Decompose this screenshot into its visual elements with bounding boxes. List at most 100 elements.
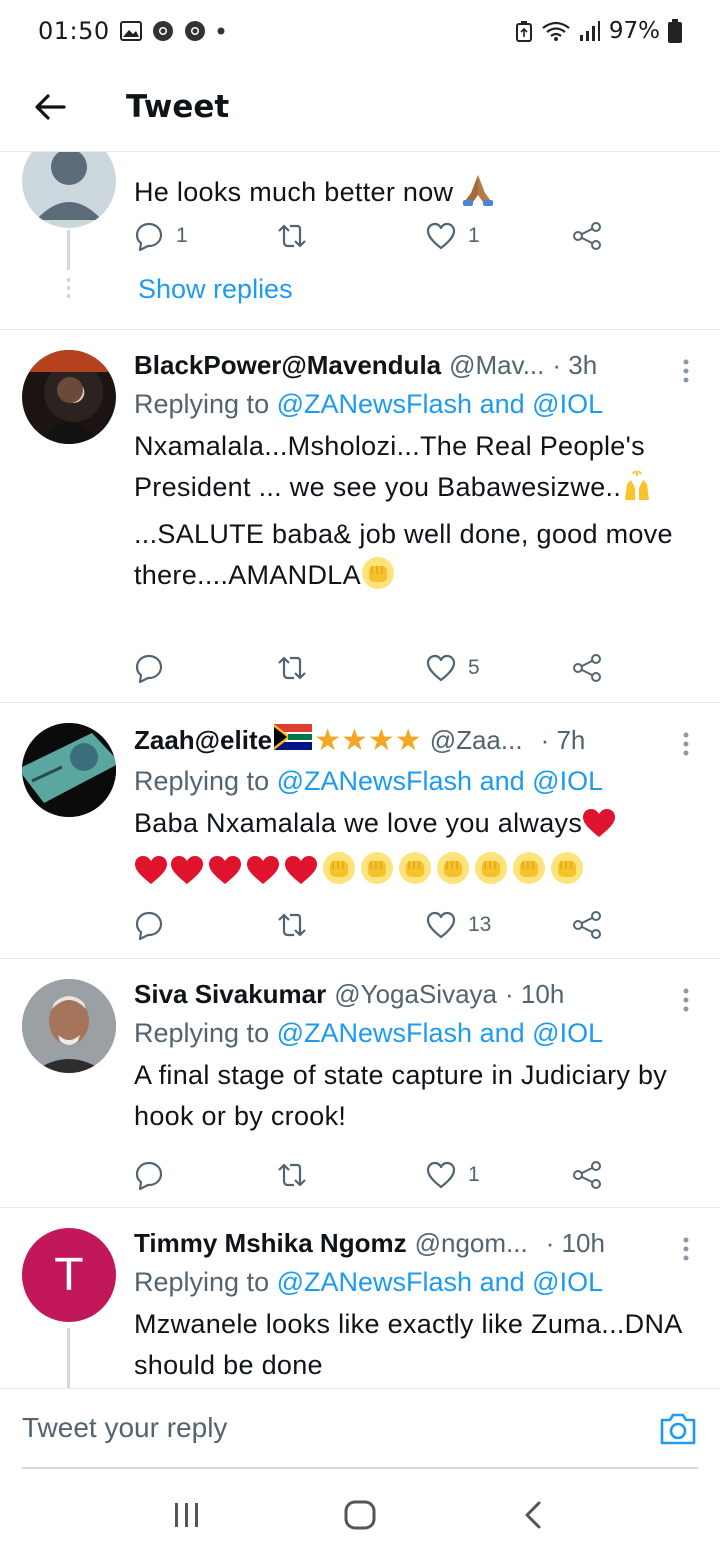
system-back-button[interactable] xyxy=(503,1485,563,1545)
retweet-button[interactable] xyxy=(276,1155,308,1195)
mention-link[interactable]: @IOL xyxy=(532,766,603,796)
tweet-text: He looks much better now xyxy=(134,172,698,219)
data-saver-icon xyxy=(515,20,533,42)
chrome-notification-icon xyxy=(152,20,174,42)
display-name[interactable]: Zaah@elite xyxy=(134,725,272,756)
camera-button[interactable] xyxy=(658,1411,698,1451)
recent-apps-button[interactable] xyxy=(157,1485,217,1545)
show-replies-link[interactable]: Show replies xyxy=(138,274,293,305)
gallery-notification-icon xyxy=(119,21,142,41)
back-button[interactable] xyxy=(18,75,82,139)
mention-link[interactable]: @ZANewsFlash xyxy=(277,766,472,796)
reply-input[interactable] xyxy=(22,1403,622,1453)
thread-line xyxy=(67,230,70,270)
share-button[interactable] xyxy=(572,1155,602,1195)
star-emoji-icon: ★ xyxy=(314,724,341,757)
share-icon xyxy=(573,911,601,939)
tweet-item[interactable]: T Timmy Mshika Ngomz @ngom... · 10h Repl… xyxy=(0,1208,720,1388)
avatar[interactable] xyxy=(22,979,116,1073)
retweet-button[interactable] xyxy=(276,648,308,688)
mention-link[interactable]: @ZANewsFlash xyxy=(277,1267,472,1297)
raised-fist-emoji-icon xyxy=(434,851,472,897)
display-name[interactable]: Timmy Mshika Ngomz xyxy=(134,1228,407,1259)
share-button[interactable] xyxy=(572,648,602,688)
raised-fist-emoji-icon xyxy=(472,851,510,897)
chevron-left-icon xyxy=(525,1501,541,1529)
page-title: Tweet xyxy=(126,88,230,125)
vertical-dots-icon xyxy=(683,1237,689,1261)
more-options-button[interactable] xyxy=(674,985,698,1015)
retweet-button[interactable] xyxy=(276,216,308,256)
avatar[interactable] xyxy=(22,152,116,228)
raised-fist-emoji-icon xyxy=(510,851,548,897)
replying-to: Replying to @ZANewsFlash and @IOL xyxy=(134,766,604,796)
reply-button[interactable]: 1 xyxy=(134,216,188,256)
like-button[interactable]: 5 xyxy=(426,648,480,688)
replies-feed[interactable]: He looks much better now 1 1 Show replie… xyxy=(0,152,720,1388)
raised-fist-emoji-icon xyxy=(361,556,395,602)
tweet-item[interactable]: Zaah@elite ★ ★ ★ ★ @Zaa... · 7h Replying… xyxy=(0,703,720,958)
mention-link[interactable]: @IOL xyxy=(532,389,603,419)
avatar[interactable]: T xyxy=(22,1228,116,1322)
mention-link[interactable]: @ZANewsFlash xyxy=(277,389,472,419)
status-time: 01:50 xyxy=(38,17,110,45)
tweet-text: Baba Nxamalala we love you always xyxy=(134,803,698,850)
reply-button[interactable] xyxy=(134,905,176,945)
signal-icon xyxy=(579,20,601,42)
retweet-icon xyxy=(278,224,306,248)
reply-button[interactable] xyxy=(134,648,176,688)
red-heart-emoji-icon xyxy=(168,855,206,897)
heart-icon xyxy=(426,911,456,939)
red-heart-emoji-icon xyxy=(134,855,168,897)
chrome-notification-icon xyxy=(184,20,206,42)
reply-composer xyxy=(0,1388,720,1469)
red-heart-emoji-icon xyxy=(582,808,616,850)
battery-icon xyxy=(668,19,682,43)
mention-link[interactable]: @ZANewsFlash xyxy=(277,1018,472,1048)
comment-icon xyxy=(135,654,163,683)
user-handle[interactable]: @Zaa... xyxy=(430,725,523,756)
share-button[interactable] xyxy=(572,905,602,945)
banknote-photo-icon xyxy=(22,723,116,817)
mention-link[interactable]: @IOL xyxy=(532,1018,603,1048)
tweet-item[interactable]: Siva Sivakumar @YogaSivaya · 10h Replyin… xyxy=(0,959,720,1207)
share-button[interactable] xyxy=(572,216,602,256)
display-name[interactable]: BlackPower@Mavendula xyxy=(134,350,441,381)
more-options-button[interactable] xyxy=(674,729,698,759)
user-handle[interactable]: @Mav... xyxy=(449,350,544,381)
home-button[interactable] xyxy=(330,1485,390,1545)
avatar[interactable] xyxy=(22,723,116,817)
tweet-item[interactable]: BlackPower@Mavendula @Mav... · 3h Replyi… xyxy=(0,330,720,702)
tweet-item[interactable]: He looks much better now 1 1 Show replie… xyxy=(0,152,720,330)
avatar[interactable] xyxy=(22,350,116,444)
raised-fist-emoji-icon xyxy=(548,851,586,897)
like-button[interactable]: 1 xyxy=(426,216,480,256)
heart-icon xyxy=(426,654,456,682)
heart-icon xyxy=(426,222,456,250)
user-handle[interactable]: @ngom... xyxy=(415,1228,528,1259)
home-icon xyxy=(344,1500,376,1530)
replying-to: Replying to @ZANewsFlash and @IOL xyxy=(134,1018,604,1048)
display-name[interactable]: Siva Sivakumar xyxy=(134,979,326,1010)
mention-link[interactable]: @IOL xyxy=(532,1267,603,1297)
retweet-button[interactable] xyxy=(276,905,308,945)
user-handle[interactable]: @YogaSivaya xyxy=(334,979,497,1010)
tweet-text: A final stage of state capture in Judici… xyxy=(134,1060,668,1131)
red-heart-emoji-icon xyxy=(244,855,282,897)
tweet-time: · 7h xyxy=(540,725,586,755)
retweet-icon xyxy=(278,1163,306,1187)
tweet-time: · 10h xyxy=(505,979,565,1009)
more-options-button[interactable] xyxy=(674,1234,698,1264)
more-options-button[interactable] xyxy=(674,356,698,386)
avatar-letter: T xyxy=(55,1249,83,1301)
vertical-dots-icon xyxy=(683,988,689,1012)
recent-apps-icon xyxy=(174,1503,198,1527)
retweet-icon xyxy=(278,656,306,680)
top-app-bar: Tweet xyxy=(0,62,720,152)
input-underline xyxy=(22,1467,698,1469)
like-button[interactable]: 1 xyxy=(426,1155,480,1195)
raised-fist-emoji-icon xyxy=(396,851,434,897)
camera-icon xyxy=(660,1413,696,1445)
reply-button[interactable] xyxy=(134,1155,176,1195)
like-button[interactable]: 13 xyxy=(426,905,491,945)
